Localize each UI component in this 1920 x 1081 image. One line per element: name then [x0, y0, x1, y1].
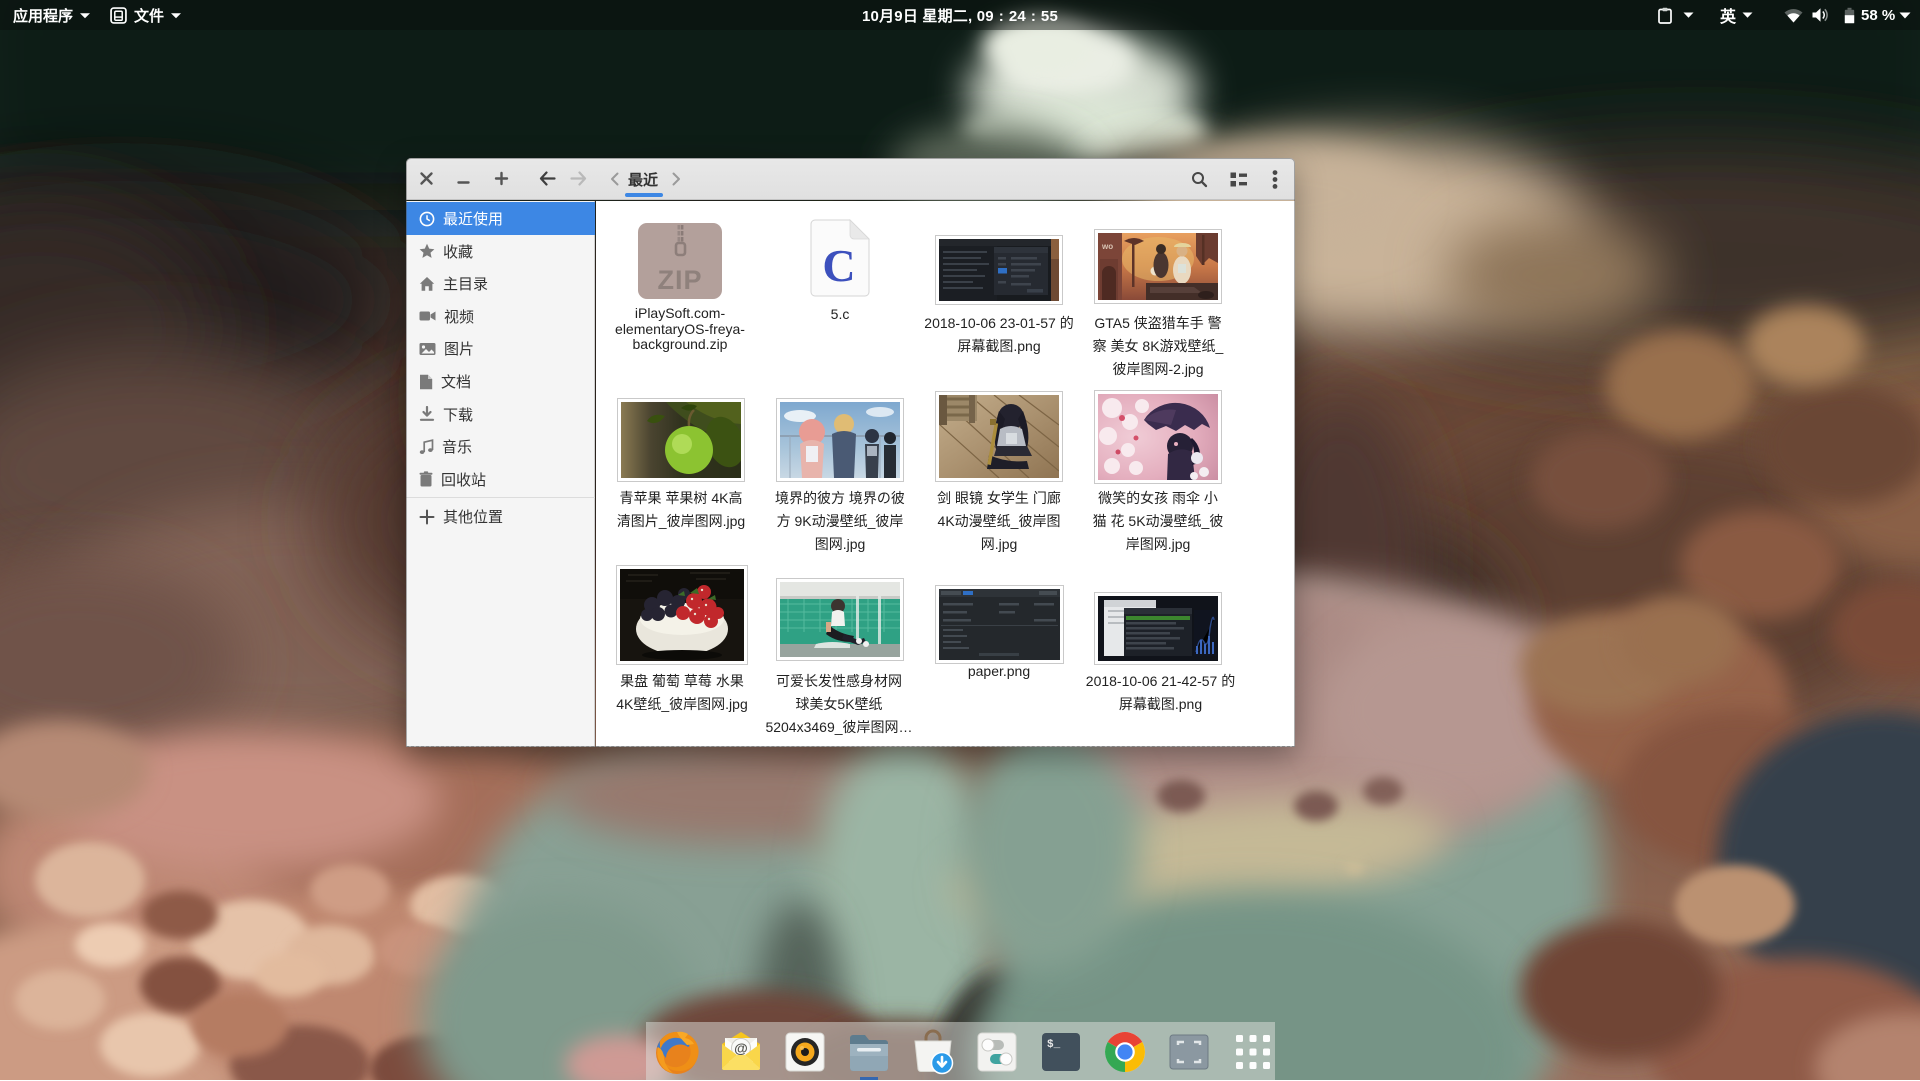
- svg-text:$_: $_: [1047, 1039, 1061, 1051]
- svg-text:@: @: [734, 1040, 748, 1056]
- svg-text:wo: wo: [1101, 242, 1113, 251]
- svg-text:C: C: [822, 240, 855, 291]
- svg-text:ZIP: ZIP: [657, 265, 702, 295]
